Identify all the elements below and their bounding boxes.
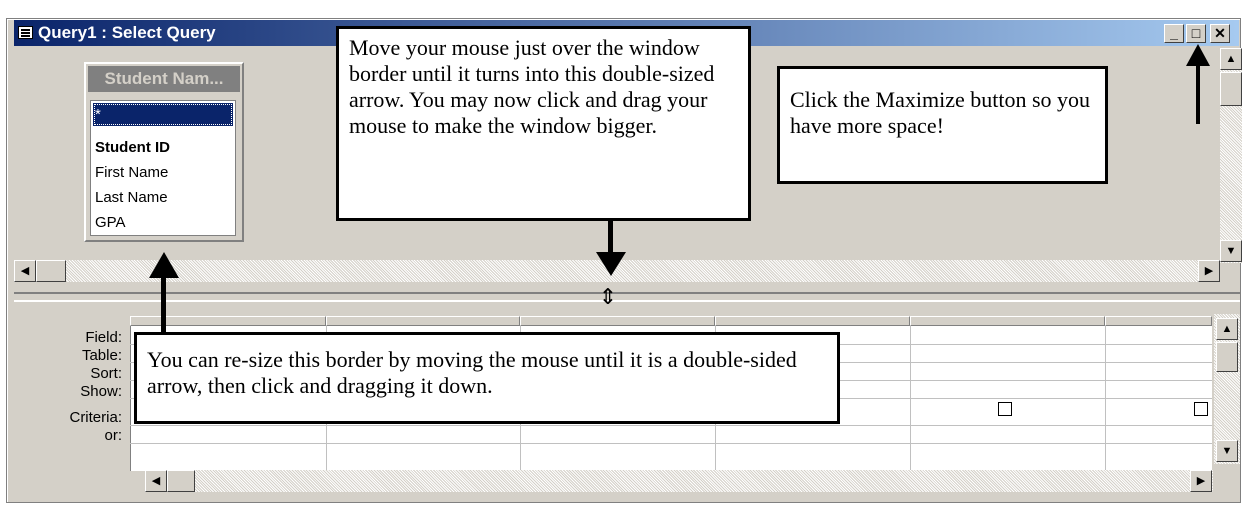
minimize-button[interactable]: _ bbox=[1164, 24, 1184, 43]
field-list: * Student ID First Name Last Name GPA bbox=[90, 100, 236, 236]
field-list-item[interactable]: Student ID bbox=[93, 136, 233, 159]
field-list-item[interactable]: GPA bbox=[93, 211, 233, 234]
grid-column-line bbox=[910, 326, 911, 471]
column-selector[interactable] bbox=[910, 316, 1105, 326]
grid-row-label: or: bbox=[104, 427, 122, 444]
scroll-thumb[interactable] bbox=[1220, 72, 1242, 106]
grid-row-line bbox=[130, 443, 1212, 444]
field-list-item[interactable]: First Name bbox=[93, 161, 233, 184]
scroll-right-icon[interactable]: ▶ bbox=[1190, 470, 1212, 492]
arrow-up-icon bbox=[1196, 60, 1200, 124]
grid-row-label: Table: bbox=[81, 347, 122, 364]
close-button[interactable]: ✕ bbox=[1210, 24, 1230, 43]
column-selector[interactable] bbox=[130, 316, 326, 326]
show-checkbox[interactable] bbox=[998, 402, 1012, 416]
scroll-up-icon[interactable]: ▲ bbox=[1220, 48, 1242, 70]
grid-row-label: Criteria: bbox=[69, 409, 122, 426]
query-icon[interactable] bbox=[18, 26, 33, 39]
scroll-left-icon[interactable]: ◀ bbox=[14, 260, 36, 282]
grid-row-label: Show: bbox=[80, 383, 122, 400]
field-list-item[interactable]: Last Name bbox=[93, 186, 233, 209]
column-selector[interactable] bbox=[520, 316, 715, 326]
callout-resize-window: Move your mouse just over the window bor… bbox=[336, 26, 751, 221]
callout-resize-border: You can re-size this border by moving th… bbox=[134, 332, 840, 424]
arrow-down-icon bbox=[596, 252, 626, 276]
callout-text: Click the Maximize button so you have mo… bbox=[790, 87, 1091, 138]
window-title: Query1 : Select Query bbox=[38, 23, 216, 42]
scroll-right-icon[interactable]: ▶ bbox=[1198, 260, 1220, 282]
callout-maximize: Click the Maximize button so you have mo… bbox=[777, 66, 1108, 184]
column-selector[interactable] bbox=[326, 316, 520, 326]
field-list-item[interactable]: * bbox=[93, 103, 233, 126]
maximize-button[interactable]: □ bbox=[1186, 24, 1206, 43]
scroll-thumb[interactable] bbox=[167, 470, 195, 492]
arrow-up-icon bbox=[161, 275, 166, 333]
scroll-left-icon[interactable]: ◀ bbox=[145, 470, 167, 492]
callout-text: Move your mouse just over the window bor… bbox=[349, 35, 715, 138]
column-selector[interactable] bbox=[1105, 316, 1212, 326]
pane-splitter[interactable] bbox=[14, 292, 1240, 302]
field-list-title[interactable]: Student Nam... bbox=[88, 66, 240, 92]
callout-text: You can re-size this border by moving th… bbox=[147, 347, 797, 398]
grid-row-line bbox=[130, 425, 1212, 426]
scroll-thumb[interactable] bbox=[1216, 342, 1238, 372]
column-selector[interactable] bbox=[715, 316, 910, 326]
grid-column-line bbox=[1105, 326, 1106, 471]
show-checkbox[interactable] bbox=[1194, 402, 1208, 416]
scroll-down-icon[interactable]: ▼ bbox=[1216, 440, 1238, 462]
scroll-down-icon[interactable]: ▼ bbox=[1220, 240, 1242, 262]
grid-horizontal-scrollbar[interactable] bbox=[145, 470, 1213, 492]
arrow-up-icon bbox=[1186, 44, 1210, 66]
grid-row-label: Sort: bbox=[90, 365, 122, 382]
scroll-up-icon[interactable]: ▲ bbox=[1216, 318, 1238, 340]
scroll-thumb[interactable] bbox=[36, 260, 66, 282]
arrow-up-icon bbox=[149, 252, 179, 278]
grid-row-label: Field: bbox=[85, 329, 122, 346]
